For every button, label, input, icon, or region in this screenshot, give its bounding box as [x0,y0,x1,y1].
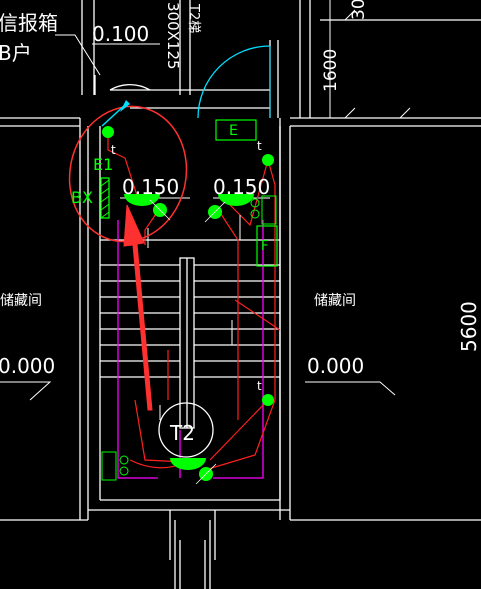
label-level-left-room: 0.000 [0,354,55,378]
walls [0,0,481,589]
floor-plan-svg: 信报箱 B户 0.100 0.150 0.150 0.000 0.000 T2 … [0,0,481,589]
label-storage-left: 储藏间 [0,293,42,309]
label-e1: E1 [93,155,113,174]
switch-dot-1 [262,154,274,166]
label-e-box: E [229,123,238,139]
socket-circle-3 [119,455,129,465]
switch-dot-2 [262,394,274,406]
label-stair-tag: T2梯 [186,3,201,33]
label-storage-right: 储藏间 [314,293,356,309]
socket-box-lower [101,451,117,481]
ceiling-light-bottom [170,458,206,470]
label-dim-5600: 5600 [457,301,481,352]
switch-mark-1: t [111,143,116,157]
cad-drawing-canvas: 信报箱 B户 0.100 0.150 0.150 0.000 0.000 T2 … [0,0,481,589]
socket-circle-2 [250,209,260,219]
label-mailbox: 信报箱 [0,11,58,35]
bx-panel [100,177,110,219]
label-household: B户 [0,41,32,65]
light-fixture-1 [102,126,114,138]
label-bx: BX [71,188,93,207]
label-level-landing-right: 0.150 [213,175,270,199]
door-swing-arc [197,45,271,119]
label-top-right-partial: 30 [349,0,369,20]
label-duct-size: 300X125 [164,2,182,70]
dimension-marks [329,0,411,119]
switch-mark-3: t [257,379,262,393]
label-level-right-room: 0.000 [307,354,364,378]
label-f-box: F [261,239,268,254]
label-level-top: 0.100 [92,22,149,46]
label-level-landing-left: 0.150 [122,175,179,199]
stair-treads [100,264,280,378]
socket-box-upper [261,195,277,225]
label-t2: T2 [169,421,195,445]
switch-mark-2: t [257,139,262,153]
label-dim-1600: 1600 [321,49,341,92]
socket-circle-4 [119,466,129,476]
